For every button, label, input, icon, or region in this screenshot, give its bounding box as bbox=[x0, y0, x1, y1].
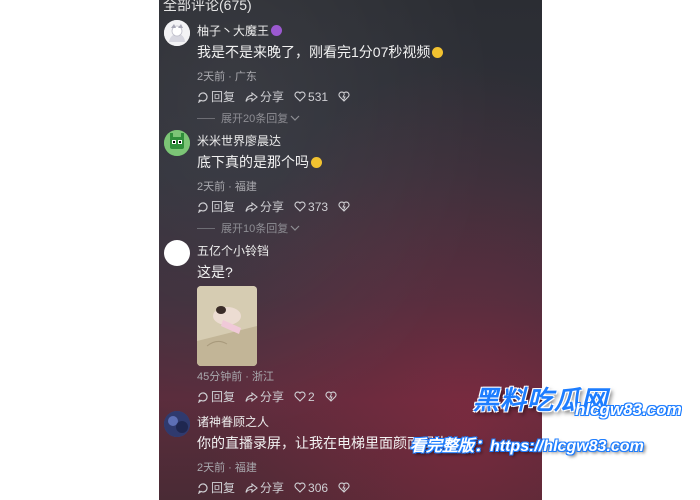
dislike-icon bbox=[325, 391, 337, 402]
devil-emoji-icon bbox=[271, 25, 283, 36]
photo-thumbnail bbox=[197, 286, 257, 366]
comments-header: 全部评论(675) bbox=[163, 0, 252, 13]
chevron-down-icon bbox=[290, 115, 300, 121]
dislike-button[interactable] bbox=[338, 91, 352, 102]
heart-icon bbox=[294, 482, 306, 493]
reply-icon bbox=[198, 482, 208, 494]
like-button[interactable]: 306 bbox=[294, 481, 328, 495]
heart-icon bbox=[294, 201, 306, 212]
comment-text: 我是不是来晚了，刚看完1分07秒视频 bbox=[197, 42, 444, 62]
like-button[interactable]: 531 bbox=[294, 90, 328, 104]
username[interactable]: 诸神眷顾之人 bbox=[197, 413, 269, 430]
reply-icon bbox=[198, 201, 208, 213]
emoji-icon bbox=[311, 157, 322, 168]
share-icon bbox=[245, 482, 258, 493]
avatar[interactable] bbox=[164, 240, 190, 266]
avatar-anime-icon bbox=[164, 20, 190, 46]
username[interactable]: 柚子丶大魔王 bbox=[197, 22, 283, 39]
comment-meta: 2天前 · 广东 bbox=[197, 71, 257, 83]
dislike-icon bbox=[338, 482, 350, 493]
emoji-icon bbox=[432, 47, 444, 58]
like-button[interactable]: 373 bbox=[294, 200, 328, 214]
avatar[interactable] bbox=[164, 411, 190, 437]
heart-icon bbox=[294, 391, 306, 402]
divider bbox=[197, 227, 215, 229]
expand-replies-button[interactable]: 展开10条回复 bbox=[197, 220, 300, 236]
share-button[interactable]: 分享 bbox=[245, 388, 284, 405]
divider bbox=[197, 117, 215, 119]
avatar[interactable] bbox=[164, 130, 190, 156]
comment-actions: 回复 分享 306 bbox=[197, 479, 362, 496]
reply-icon bbox=[198, 91, 208, 103]
heart-icon bbox=[294, 91, 306, 102]
comment-actions: 回复 分享 373 bbox=[197, 198, 362, 215]
share-icon bbox=[245, 201, 258, 212]
reply-button[interactable]: 回复 bbox=[197, 88, 235, 105]
screen: 全部评论(675) 柚子丶大魔王 我是不是来晚了，刚看完1分07秒视频 2天前 … bbox=[0, 0, 700, 500]
dislike-button[interactable] bbox=[338, 482, 352, 493]
username[interactable]: 米米世界廖晨达 bbox=[197, 132, 281, 149]
share-button[interactable]: 分享 bbox=[245, 479, 284, 496]
avatar-cartoon-icon bbox=[164, 130, 190, 156]
reply-button[interactable]: 回复 bbox=[197, 388, 235, 405]
reply-button[interactable]: 回复 bbox=[197, 198, 235, 215]
share-icon bbox=[245, 391, 258, 402]
comment-meta: 45分钟前 · 浙江 bbox=[197, 371, 275, 383]
watermark-domain: hlcgw83.com bbox=[575, 400, 682, 419]
comment-text: 这是? bbox=[197, 264, 233, 280]
share-button[interactable]: 分享 bbox=[245, 88, 284, 105]
reply-button[interactable]: 回复 bbox=[197, 479, 235, 496]
share-icon bbox=[245, 91, 258, 102]
share-button[interactable]: 分享 bbox=[245, 198, 284, 215]
dislike-button[interactable] bbox=[338, 201, 352, 212]
dislike-icon bbox=[338, 91, 350, 102]
watermark-url: 看完整版：https://hlcgw83.com bbox=[410, 438, 644, 455]
like-button[interactable]: 2 bbox=[294, 390, 315, 404]
dislike-button[interactable] bbox=[325, 391, 339, 402]
avatar-dark-icon bbox=[164, 411, 190, 437]
comment-meta: 2天前 · 福建 bbox=[197, 462, 257, 474]
comment-image[interactable] bbox=[197, 286, 257, 366]
expand-replies-button[interactable]: 展开20条回复 bbox=[197, 110, 300, 126]
comment-actions: 回复 分享 531 bbox=[197, 88, 362, 105]
comment-actions: 回复 分享 2 bbox=[197, 388, 349, 405]
chevron-down-icon bbox=[290, 225, 300, 231]
reply-icon bbox=[198, 391, 208, 403]
comment-meta: 2天前 · 福建 bbox=[197, 181, 257, 193]
watermark: 黑料吃瓜网 hlcgw83.com 看完整版：https://hlcgw83.c… bbox=[405, 380, 700, 480]
avatar[interactable] bbox=[164, 20, 190, 46]
comment-text: 底下真的是那个吗 bbox=[197, 152, 322, 172]
username[interactable]: 五亿个小铃铛 bbox=[197, 242, 269, 259]
dislike-icon bbox=[338, 201, 350, 212]
